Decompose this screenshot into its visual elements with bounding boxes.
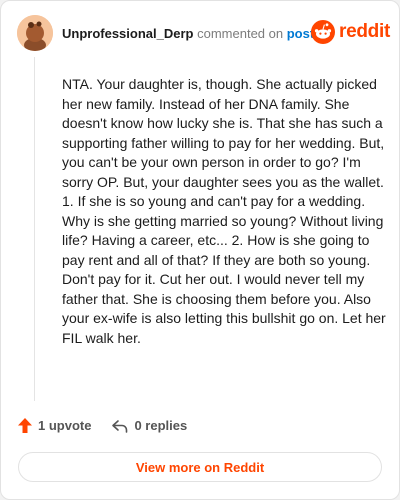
thread-line xyxy=(34,57,35,401)
avatar-icon xyxy=(17,15,53,51)
reply-icon xyxy=(112,419,128,433)
comment-card: Unprofessional_Derp commented on post re… xyxy=(0,0,400,500)
username[interactable]: Unprofessional_Derp xyxy=(62,26,193,41)
reddit-snoo-icon xyxy=(311,20,335,44)
commented-on-label: commented on xyxy=(197,26,284,41)
view-more-button[interactable]: View more on Reddit xyxy=(18,452,382,482)
reddit-logo[interactable]: reddit xyxy=(311,20,390,44)
upvote-count: 1 upvote xyxy=(38,418,92,433)
comment-body: NTA. Your daughter is, though. She actua… xyxy=(62,76,386,346)
comment-actions: 1 upvote 0 replies xyxy=(17,417,187,434)
replies-count: 0 replies xyxy=(134,418,188,433)
comment-header: Unprofessional_Derp commented on post xyxy=(62,26,314,42)
upvote-button[interactable]: 1 upvote xyxy=(17,417,91,434)
upvote-arrow-icon xyxy=(18,418,32,433)
replies-button[interactable]: 0 replies xyxy=(111,418,187,434)
avatar[interactable] xyxy=(17,15,53,51)
reddit-wordmark: reddit xyxy=(339,21,390,42)
